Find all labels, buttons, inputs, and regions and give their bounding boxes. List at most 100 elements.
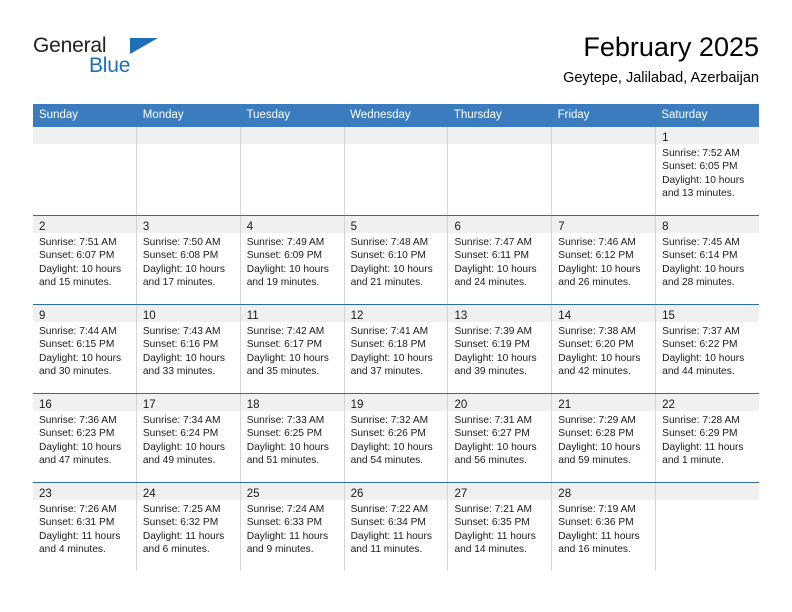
day-cell-20[interactable]: 20 Sunrise: 7:31 AM Sunset: 6:27 PM Dayligh… xyxy=(448,394,553,482)
day-cell-15[interactable]: 15 Sunrise: 7:37 AM Sunset: 6:22 PM Dayligh… xyxy=(656,305,760,393)
day-number-strip: 13 xyxy=(448,305,552,322)
day-cell-7[interactable]: 7 Sunrise: 7:46 AM Sunset: 6:12 PM Daylight… xyxy=(552,216,657,304)
daylight-text-cont: and 56 minutes. xyxy=(454,455,527,467)
day-cell-27[interactable]: 27 Sunrise: 7:21 AM Sunset: 6:35 PM Dayligh… xyxy=(448,483,553,571)
day-number-strip: 15 xyxy=(656,305,760,322)
daylight-text-cont: and 14 minutes. xyxy=(454,544,527,556)
daylight-text-cont: and 30 minutes. xyxy=(39,366,112,378)
day-number-strip xyxy=(240,127,344,144)
day-cell-empty xyxy=(136,127,241,215)
day-number: 23 xyxy=(39,488,52,500)
day-cell-18[interactable]: 18 Sunrise: 7:33 AM Sunset: 6:25 PM Dayligh… xyxy=(240,394,345,482)
sunrise-text: Sunrise: 7:45 AM xyxy=(662,237,740,248)
calendar-page: General Blue February 2025 Geytepe, Jali… xyxy=(0,0,792,612)
sunset-text: Sunset: 6:22 PM xyxy=(662,339,738,351)
day-cell-2[interactable]: 2 Sunrise: 7:51 AM Sunset: 6:07 PM Daylight… xyxy=(33,216,137,304)
day-details: Sunrise: 7:45 AM Sunset: 6:14 PM Daylight:… xyxy=(656,233,759,290)
day-cell-9[interactable]: 9 Sunrise: 7:44 AM Sunset: 6:15 PM Daylight… xyxy=(33,305,137,393)
day-number: 27 xyxy=(454,488,468,500)
weekday-header-thursday: Thursday xyxy=(453,109,502,121)
day-cell-10[interactable]: 10 Sunrise: 7:43 AM Sunset: 6:16 PM Dayligh… xyxy=(136,305,241,393)
day-number: 24 xyxy=(142,488,156,500)
weekday-header-monday: Monday xyxy=(142,109,184,121)
day-cell-empty xyxy=(33,127,137,215)
day-number-strip: 20 xyxy=(448,394,552,411)
day-number: 9 xyxy=(39,310,46,322)
sunset-text: Sunset: 6:19 PM xyxy=(454,339,530,351)
daylight-text-cont: and 54 minutes. xyxy=(350,455,424,467)
day-number: 5 xyxy=(350,221,357,233)
daylight-text-cont: and 39 minutes. xyxy=(454,366,527,378)
day-cell-24[interactable]: 24 Sunrise: 7:25 AM Sunset: 6:32 PM Dayligh… xyxy=(136,483,241,571)
sunrise-text: Sunrise: 7:36 AM xyxy=(39,415,117,426)
day-details: Sunrise: 7:25 AM Sunset: 6:32 PM Daylight:… xyxy=(137,500,240,557)
day-cell-14[interactable]: 14 Sunrise: 7:38 AM Sunset: 6:20 PM Dayligh… xyxy=(552,305,657,393)
sunrise-text: Sunrise: 7:21 AM xyxy=(454,504,533,515)
page-subtitle: Geytepe, Jalilabad, Azerbaijan xyxy=(563,70,759,86)
day-number: 26 xyxy=(350,488,364,500)
day-number-strip: 12 xyxy=(344,305,448,322)
day-cell-1[interactable]: 1 Sunrise: 7:52 AM Sunset: 6:05 PM Daylight… xyxy=(656,127,760,215)
sunset-text: Sunset: 6:28 PM xyxy=(558,428,634,440)
day-number: 10 xyxy=(142,310,156,322)
sunrise-text: Sunrise: 7:49 AM xyxy=(246,237,325,248)
daylight-text: Daylight: 10 hours xyxy=(558,352,641,364)
day-number: 12 xyxy=(350,310,364,322)
day-cell-4[interactable]: 4 Sunrise: 7:49 AM Sunset: 6:09 PM Daylight… xyxy=(240,216,345,304)
day-cell-6[interactable]: 6 Sunrise: 7:47 AM Sunset: 6:11 PM Daylight… xyxy=(448,216,553,304)
sunset-text: Sunset: 6:18 PM xyxy=(350,339,426,351)
day-cell-empty xyxy=(448,127,553,215)
day-cell-empty xyxy=(344,127,449,215)
sunrise-text: Sunrise: 7:26 AM xyxy=(39,504,117,515)
weekday-header-saturday: Saturday xyxy=(661,109,708,121)
daylight-text-cont: and 15 minutes. xyxy=(39,277,112,289)
day-cell-3[interactable]: 3 Sunrise: 7:50 AM Sunset: 6:08 PM Daylight… xyxy=(136,216,241,304)
daylight-text: Daylight: 10 hours xyxy=(350,352,433,364)
sunrise-text: Sunrise: 7:42 AM xyxy=(246,326,325,337)
day-number-strip: 3 xyxy=(136,216,240,233)
sunrise-text: Sunrise: 7:44 AM xyxy=(39,326,117,337)
day-cell-5[interactable]: 5 Sunrise: 7:48 AM Sunset: 6:10 PM Daylight… xyxy=(344,216,449,304)
day-number: 7 xyxy=(558,221,565,233)
day-cell-19[interactable]: 19 Sunrise: 7:32 AM Sunset: 6:26 PM Dayligh… xyxy=(344,394,449,482)
sunset-text: Sunset: 6:33 PM xyxy=(246,517,323,529)
daylight-text: Daylight: 11 hours xyxy=(246,530,329,542)
day-cell-22[interactable]: 22 Sunrise: 7:28 AM Sunset: 6:29 PM Dayligh… xyxy=(656,394,760,482)
day-details: Sunrise: 7:33 AM Sunset: 6:25 PM Daylight:… xyxy=(241,411,344,468)
day-cell-11[interactable]: 11 Sunrise: 7:42 AM Sunset: 6:17 PM Dayligh… xyxy=(240,305,345,393)
daylight-text: Daylight: 10 hours xyxy=(454,263,537,275)
generalblue-logo[interactable]: General Blue xyxy=(33,34,213,88)
day-number: 19 xyxy=(350,399,364,411)
sunrise-text: Sunrise: 7:29 AM xyxy=(558,415,636,426)
daylight-text-cont: and 42 minutes. xyxy=(558,366,631,378)
day-cell-28[interactable]: 28 Sunrise: 7:19 AM Sunset: 6:36 PM Dayligh… xyxy=(552,483,657,571)
day-number-strip: 16 xyxy=(33,394,136,411)
daylight-text: Daylight: 10 hours xyxy=(558,441,641,453)
day-details: Sunrise: 7:19 AM Sunset: 6:36 PM Daylight:… xyxy=(552,500,655,557)
daylight-text-cont: and 26 minutes. xyxy=(558,277,631,289)
sunset-text: Sunset: 6:32 PM xyxy=(142,517,219,529)
day-number-strip: 1 xyxy=(656,127,760,144)
day-cell-empty xyxy=(552,127,657,215)
day-cell-17[interactable]: 17 Sunrise: 7:34 AM Sunset: 6:24 PM Dayligh… xyxy=(136,394,241,482)
day-number-strip xyxy=(552,127,656,144)
day-details: Sunrise: 7:32 AM Sunset: 6:26 PM Daylight:… xyxy=(345,411,448,468)
day-cell-23[interactable]: 23 Sunrise: 7:26 AM Sunset: 6:31 PM Dayligh… xyxy=(33,483,137,571)
sunrise-text: Sunrise: 7:43 AM xyxy=(142,326,221,337)
day-details: Sunrise: 7:28 AM Sunset: 6:29 PM Daylight:… xyxy=(656,411,759,468)
calendar-grid: Sunday Monday Tuesday Wednesday Thursday Frid… xyxy=(33,104,760,571)
day-number: 28 xyxy=(558,488,572,500)
day-cell-21[interactable]: 21 Sunrise: 7:29 AM Sunset: 6:28 PM Dayligh… xyxy=(552,394,657,482)
weekday-header-sunday: Sunday xyxy=(39,109,79,121)
day-cell-8[interactable]: 8 Sunrise: 7:45 AM Sunset: 6:14 PM Daylight… xyxy=(656,216,760,304)
day-cell-16[interactable]: 16 Sunrise: 7:36 AM Sunset: 6:23 PM Dayligh… xyxy=(33,394,137,482)
day-cell-13[interactable]: 13 Sunrise: 7:39 AM Sunset: 6:19 PM Dayligh… xyxy=(448,305,553,393)
daylight-text: Daylight: 10 hours xyxy=(246,441,329,453)
day-cell-12[interactable]: 12 Sunrise: 7:41 AM Sunset: 6:18 PM Dayligh… xyxy=(344,305,449,393)
day-cell-25[interactable]: 25 Sunrise: 7:24 AM Sunset: 6:33 PM Dayligh… xyxy=(240,483,345,571)
daylight-text-cont: and 37 minutes. xyxy=(350,366,424,378)
day-number-strip xyxy=(448,127,552,144)
day-details xyxy=(137,144,240,147)
daylight-text-cont: and 19 minutes. xyxy=(246,277,320,289)
day-cell-26[interactable]: 26 Sunrise: 7:22 AM Sunset: 6:34 PM Dayligh… xyxy=(344,483,449,571)
